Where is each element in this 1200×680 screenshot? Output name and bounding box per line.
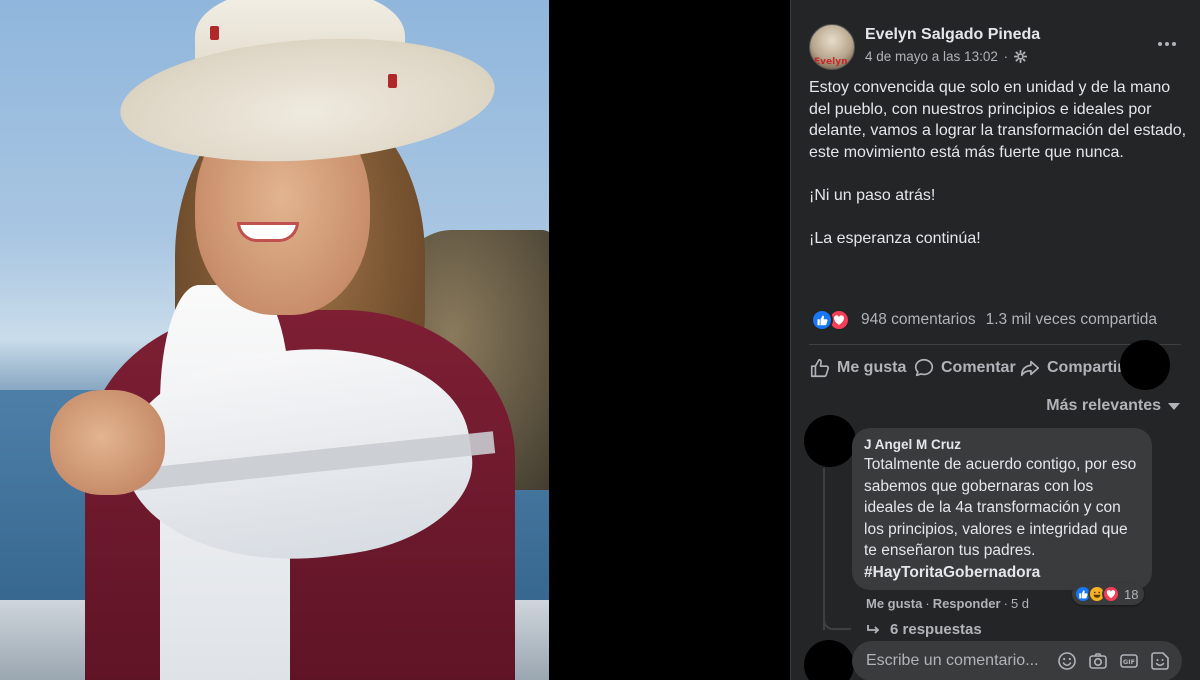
post-header: Evelyn Evelyn Salgado Pineda 4 de mayo a… [809, 24, 1189, 70]
post-paragraph: Estoy convencida que solo en unidad y de… [809, 79, 1187, 161]
like-button[interactable]: Me gusta [809, 354, 906, 382]
avatar-tag: Evelyn [814, 57, 848, 67]
caret-down-icon [1168, 402, 1180, 410]
comment-input[interactable] [852, 641, 1052, 680]
comment-composer: GIF [852, 641, 1182, 680]
reactions-summary: 948 comentarios 1.3 mil veces compartida [809, 308, 1187, 332]
sort-label: Más relevantes [1046, 397, 1161, 414]
post-paragraph: ¡La esperanza continúa! [809, 229, 981, 247]
more-options-button[interactable] [1151, 30, 1183, 58]
like-label: Me gusta [837, 359, 907, 376]
sticker-icon[interactable] [1150, 651, 1170, 671]
comment-age[interactable]: 5 d [1011, 596, 1029, 611]
reaction-icons[interactable] [811, 309, 855, 331]
photo-hat-pin [388, 74, 397, 88]
comment-reaction-count: 18 [1124, 586, 1139, 602]
meta-separator: · [1003, 49, 1009, 64]
redaction-mark [1120, 340, 1170, 390]
post-meta: 4 de mayo a las 13:02 · [865, 49, 1027, 64]
photo-fist [50, 390, 165, 495]
photo-viewer [0, 0, 790, 680]
thumbs-up-icon [810, 358, 830, 378]
comment-icon [914, 358, 934, 377]
share-button[interactable]: Compartir [1019, 354, 1123, 382]
post-photo[interactable] [0, 0, 549, 680]
dot-icon [1165, 42, 1169, 46]
comment-like-button[interactable]: Me gusta [866, 596, 922, 611]
comment-button[interactable]: Comentar [913, 354, 1016, 382]
comment-footer: Me gusta · Responder · 5 d [866, 596, 1029, 611]
love-icon [1102, 585, 1120, 603]
photo-hat-pin [210, 26, 219, 40]
like-icon [811, 309, 833, 331]
reply-arrow-icon [867, 624, 880, 634]
commenter-avatar-redacted[interactable] [804, 415, 856, 467]
photo-hat-brim [116, 27, 499, 173]
emoji-icon[interactable] [1057, 651, 1077, 671]
post-actions: Me gusta Comentar Compartir [809, 340, 1189, 390]
dot-icon [1172, 42, 1176, 46]
svg-text:GIF: GIF [1123, 658, 1135, 666]
comment-bubble: J Angel M Cruz Totalmente de acuerdo con… [852, 428, 1152, 590]
view-replies-button[interactable]: 6 respuestas [866, 621, 982, 638]
thread-elbow [823, 598, 851, 630]
comment-reactions[interactable]: 18 [1072, 583, 1145, 605]
post-paragraph: ¡Ni un paso atrás! [809, 186, 936, 204]
comment-reply-button[interactable]: Responder [933, 596, 1001, 611]
shares-count[interactable]: 1.3 mil veces compartida [986, 311, 1157, 328]
author-name[interactable]: Evelyn Salgado Pineda [865, 26, 1040, 44]
gif-icon[interactable]: GIF [1119, 651, 1139, 671]
comment-label: Comentar [941, 359, 1016, 376]
divider [809, 344, 1181, 345]
separator: · [925, 596, 930, 611]
comment-text: Totalmente de acuerdo contigo, por eso s… [864, 454, 1140, 583]
engagement-counts: 948 comentarios 1.3 mil veces compartida [861, 311, 1157, 329]
separator: · [1003, 596, 1008, 611]
comment-body: Totalmente de acuerdo contigo, por eso s… [864, 456, 1137, 559]
post-text: Estoy convencida que solo en unidad y de… [809, 77, 1189, 271]
comment-sort-dropdown[interactable]: Más relevantes [1046, 397, 1180, 415]
comment-hashtag[interactable]: #HayToritaGobernadora [864, 564, 1040, 581]
share-label: Compartir [1047, 359, 1124, 376]
commenter-name[interactable]: J Angel M Cruz [864, 437, 1140, 452]
post-date[interactable]: 4 de mayo a las 13:02 [865, 49, 998, 64]
replies-label: 6 respuestas [890, 621, 982, 638]
camera-icon[interactable] [1088, 651, 1108, 671]
comments-count[interactable]: 948 comentarios [861, 311, 976, 328]
share-icon [1020, 360, 1040, 377]
dot-icon [1158, 42, 1162, 46]
audience-gear-icon[interactable] [1013, 50, 1027, 63]
author-avatar[interactable]: Evelyn [809, 24, 855, 70]
